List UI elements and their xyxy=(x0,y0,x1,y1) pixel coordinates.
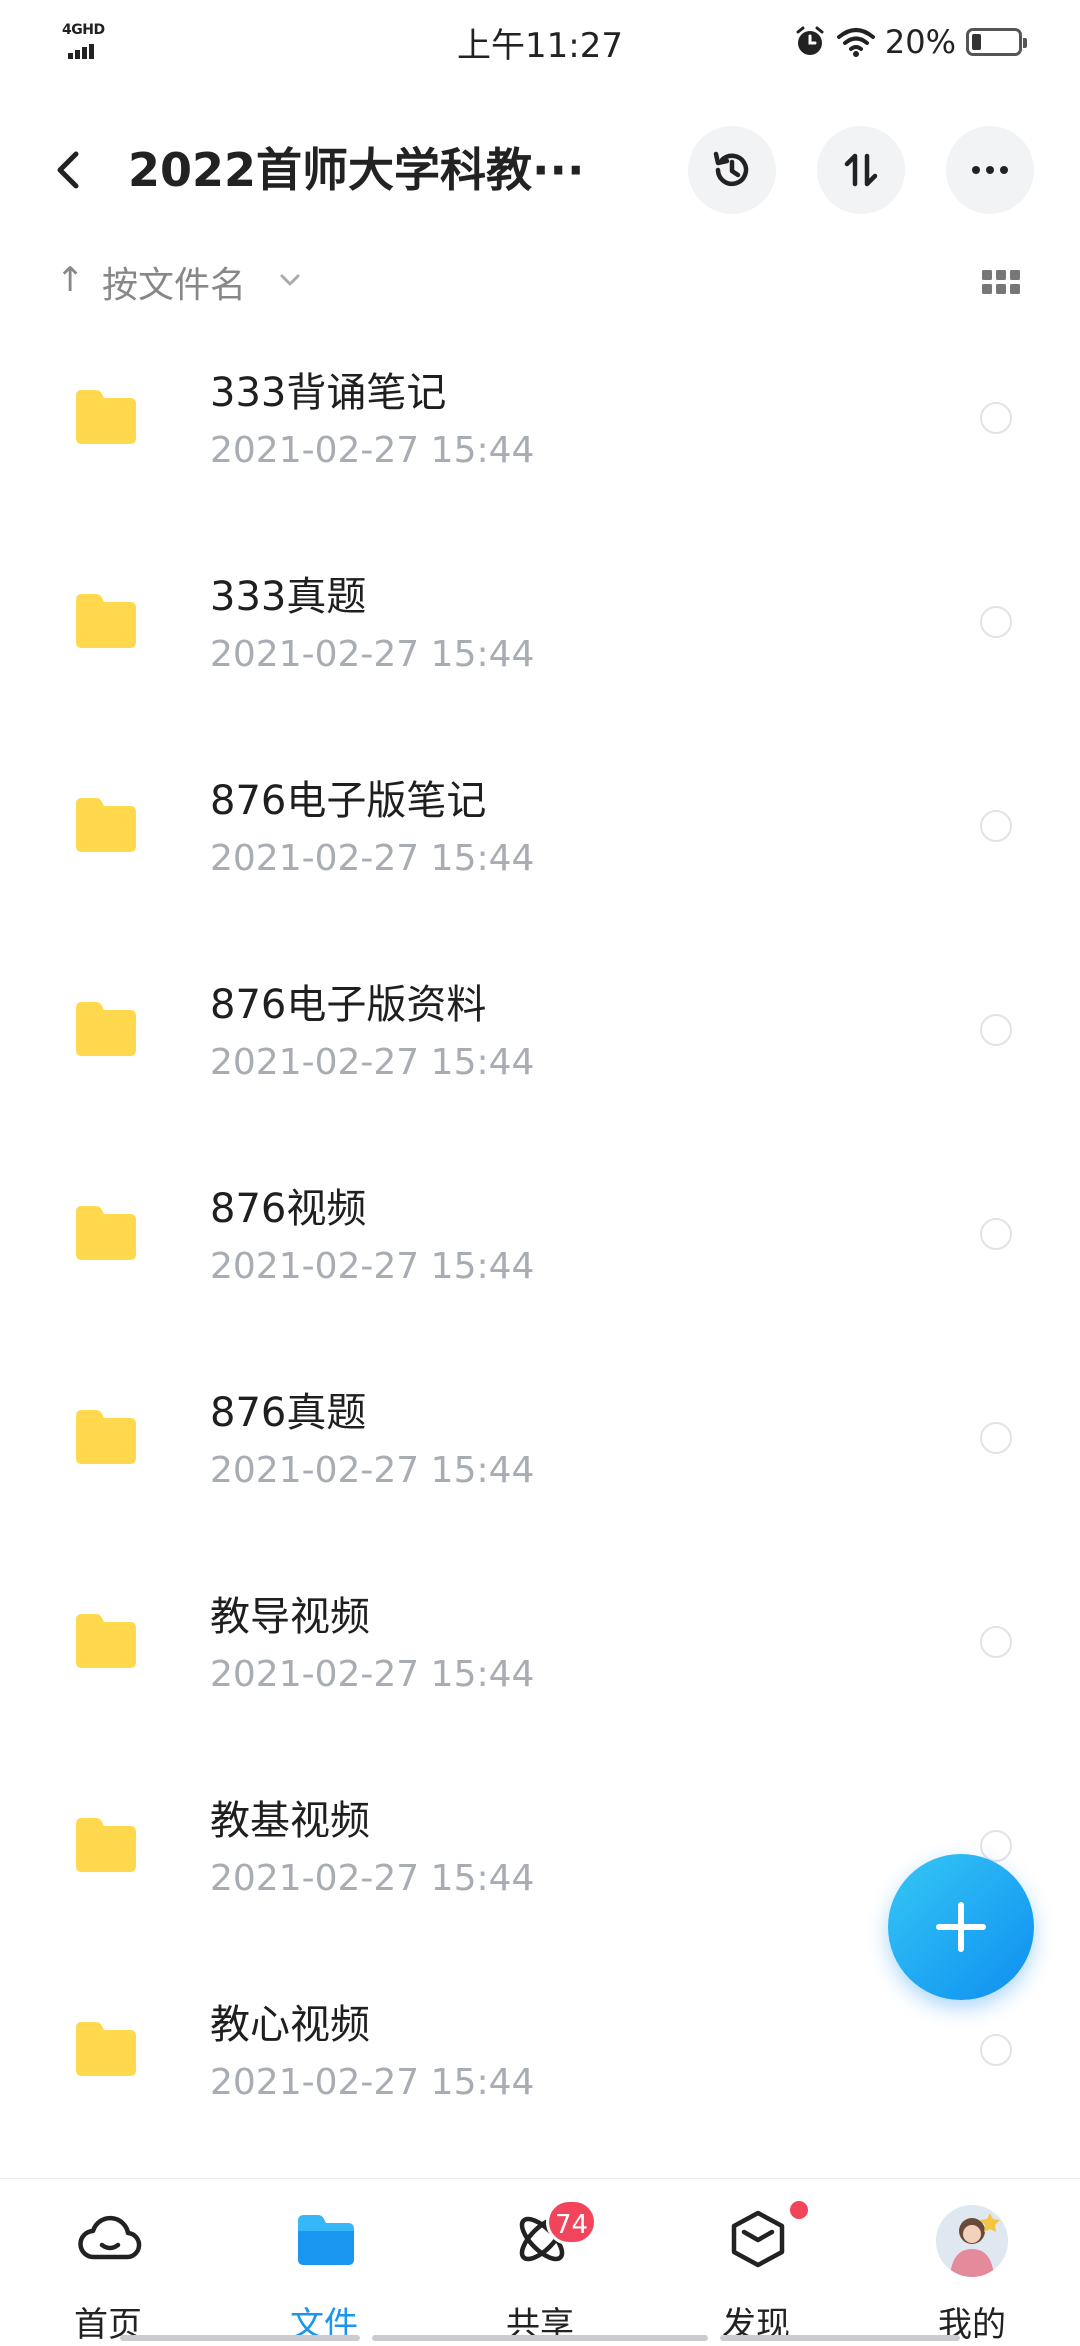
folder-icon xyxy=(76,594,136,648)
file-date: 2021-02-27 15:44 xyxy=(210,2062,535,2103)
file-name: 教基视频 xyxy=(210,1798,370,1844)
sort-up-arrow-icon[interactable]: ↑ xyxy=(56,260,85,300)
bottom-nav: 首页 文件 74 共享 发现 我的 xyxy=(0,2178,1080,2345)
select-radio[interactable] xyxy=(980,1014,1012,1046)
nav-discover[interactable]: 发现 xyxy=(676,2179,836,2345)
folder-icon xyxy=(76,1818,136,1872)
file-row[interactable]: 333真题 2021-02-27 15:44 xyxy=(0,540,1080,744)
cube-icon xyxy=(731,2210,785,2268)
file-date: 2021-02-27 15:44 xyxy=(210,838,535,879)
select-radio[interactable] xyxy=(980,810,1012,842)
file-row[interactable]: 876真题 2021-02-27 15:44 xyxy=(0,1356,1080,1560)
nav-share[interactable]: 74 共享 xyxy=(460,2179,620,2345)
file-row[interactable]: 876电子版资料 2021-02-27 15:44 xyxy=(0,948,1080,1152)
folder-icon xyxy=(76,1614,136,1668)
file-name: 教心视频 xyxy=(210,2002,370,2048)
file-date: 2021-02-27 15:44 xyxy=(210,430,535,471)
select-radio[interactable] xyxy=(980,606,1012,638)
status-bar: 4GHD 上午11:27 20% xyxy=(0,0,1080,80)
more-dots-icon xyxy=(972,166,1008,174)
file-date: 2021-02-27 15:44 xyxy=(210,1042,535,1083)
folder-icon xyxy=(76,1002,136,1056)
status-right: 20% xyxy=(793,22,1027,62)
battery-icon xyxy=(966,28,1027,56)
file-date: 2021-02-27 15:44 xyxy=(210,1654,535,1695)
file-name: 333真题 xyxy=(210,574,367,620)
folder-icon xyxy=(76,390,136,444)
up-down-transfer-icon xyxy=(844,153,878,187)
sort-by-name[interactable]: 按文件名 xyxy=(102,256,246,308)
file-row[interactable]: 教导视频 2021-02-27 15:44 xyxy=(0,1560,1080,1764)
select-radio[interactable] xyxy=(980,1422,1012,1454)
sort-bar: ↑ 按文件名 xyxy=(0,250,1080,316)
nav-mine[interactable]: 我的 xyxy=(892,2179,1052,2345)
file-name: 876电子版笔记 xyxy=(210,778,487,824)
file-name: 876真题 xyxy=(210,1390,367,1436)
page-title: 2022首师大学科教··· xyxy=(128,143,585,197)
file-row[interactable]: 876电子版笔记 2021-02-27 15:44 xyxy=(0,744,1080,948)
file-name: 333背诵笔记 xyxy=(210,370,447,416)
folder-icon xyxy=(298,2215,354,2265)
nav-home[interactable]: 首页 xyxy=(28,2179,188,2345)
cloud-icon xyxy=(78,2215,142,2260)
plus-icon xyxy=(936,1902,986,1952)
nav-files[interactable]: 文件 xyxy=(244,2179,404,2345)
avatar xyxy=(936,2205,1008,2277)
select-radio[interactable] xyxy=(980,2034,1012,2066)
file-row[interactable]: 876视频 2021-02-27 15:44 xyxy=(0,1152,1080,1356)
history-clock-icon xyxy=(713,151,749,187)
select-radio[interactable] xyxy=(980,1218,1012,1250)
file-date: 2021-02-27 15:44 xyxy=(210,1858,535,1899)
file-row[interactable]: 333背诵笔记 2021-02-27 15:44 xyxy=(0,336,1080,540)
battery-percent: 20% xyxy=(884,23,956,61)
file-name: 876电子版资料 xyxy=(210,982,487,1028)
history-button[interactable] xyxy=(688,126,776,214)
alarm-icon xyxy=(796,26,824,55)
file-name: 教导视频 xyxy=(210,1594,370,1640)
top-bar: 2022首师大学科教··· xyxy=(0,120,1080,220)
wifi-icon xyxy=(836,28,875,57)
folder-icon xyxy=(76,1206,136,1260)
back-button[interactable] xyxy=(40,140,100,200)
share-badge: 74 xyxy=(546,2199,598,2245)
file-row[interactable]: 教心视频 2021-02-27 15:44 xyxy=(0,1968,1080,2172)
more-button[interactable] xyxy=(946,126,1034,214)
folder-icon xyxy=(76,1410,136,1464)
file-date: 2021-02-27 15:44 xyxy=(210,634,535,675)
grid-view-icon[interactable] xyxy=(982,266,1022,298)
select-radio[interactable] xyxy=(980,1626,1012,1658)
folder-icon xyxy=(76,798,136,852)
discover-dot xyxy=(790,2201,808,2219)
back-arrow-icon xyxy=(57,151,79,189)
folder-icon xyxy=(76,2022,136,2076)
add-button[interactable] xyxy=(888,1854,1034,2000)
file-date: 2021-02-27 15:44 xyxy=(210,1450,535,1491)
file-name: 876视频 xyxy=(210,1186,367,1232)
transfer-button[interactable] xyxy=(817,126,905,214)
chevron-down-icon[interactable] xyxy=(278,272,302,288)
file-date: 2021-02-27 15:44 xyxy=(210,1246,535,1287)
select-radio[interactable] xyxy=(980,402,1012,434)
